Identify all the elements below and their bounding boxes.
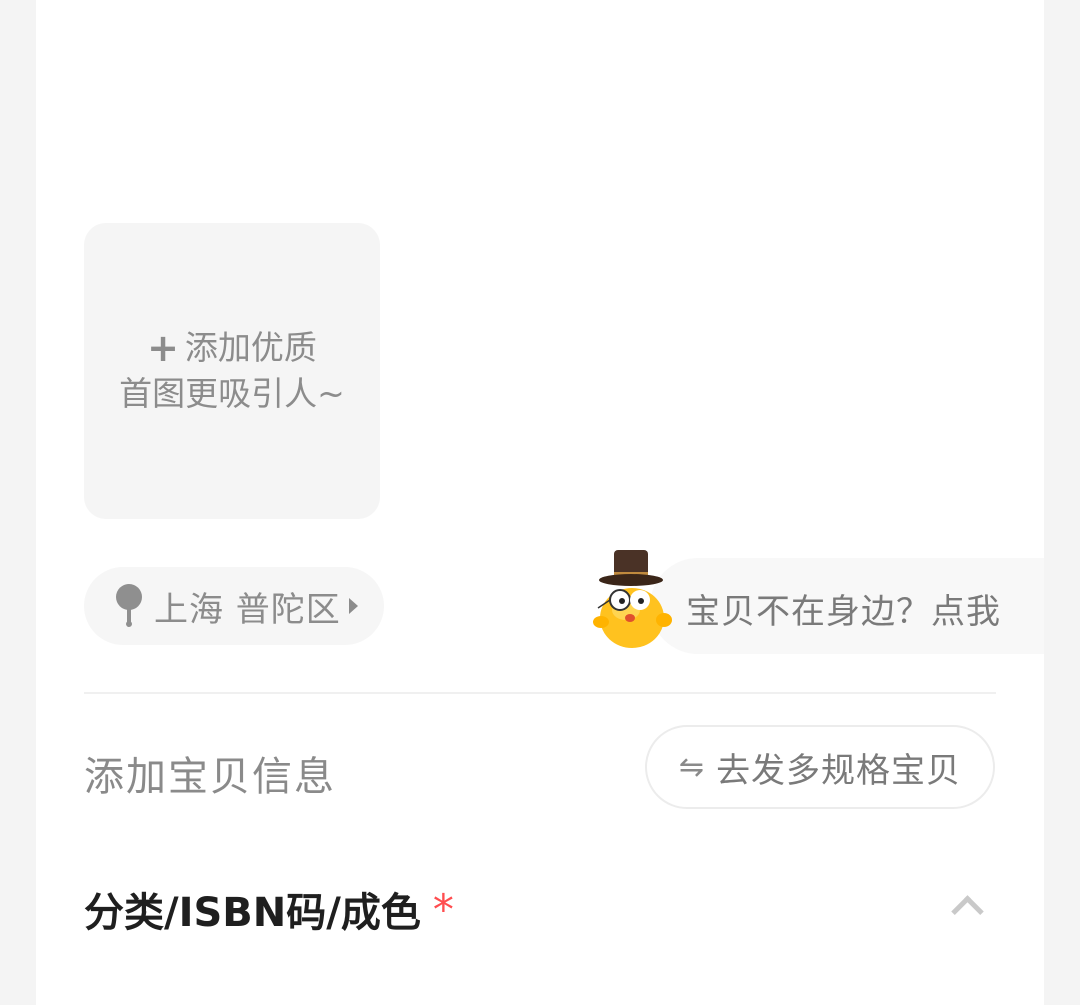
add-photo-hint: 首图更吸引人~ bbox=[119, 374, 345, 413]
category-field[interactable]: 分类/ISBN码/成色 * bbox=[84, 880, 454, 938]
plus-icon: + bbox=[147, 326, 179, 370]
add-photo-button[interactable]: + 添加优质 首图更吸引人~ bbox=[84, 223, 380, 519]
multi-spec-label: 去发多规格宝贝 bbox=[716, 750, 962, 791]
item-not-nearby-text: 宝贝不在身边？点我 bbox=[686, 592, 1001, 632]
location-selector[interactable]: 上海 普陀区 bbox=[84, 567, 384, 645]
add-photo-line1: + 添加优质 bbox=[147, 325, 317, 371]
section-title: 添加宝贝信息 bbox=[84, 754, 336, 800]
swap-arrows-icon: ⇋ bbox=[678, 749, 705, 785]
divider bbox=[84, 692, 996, 694]
publish-form-card: + 添加优质 首图更吸引人~ 上海 普陀区 宝贝不在身边？点我 添加宝贝信息 ⇋… bbox=[36, 0, 1044, 1005]
location-pin-icon bbox=[114, 584, 144, 628]
chevron-up-icon[interactable] bbox=[951, 895, 984, 928]
location-text: 上海 普陀区 bbox=[154, 589, 341, 630]
category-label: 分类/ISBN码/成色 bbox=[84, 890, 421, 936]
add-photo-text: 添加优质 bbox=[184, 328, 317, 367]
caret-right-icon bbox=[348, 598, 358, 614]
multi-spec-button[interactable]: ⇋ 去发多规格宝贝 bbox=[645, 725, 995, 809]
required-mark: * bbox=[432, 884, 454, 934]
mascot-icon bbox=[593, 550, 672, 648]
